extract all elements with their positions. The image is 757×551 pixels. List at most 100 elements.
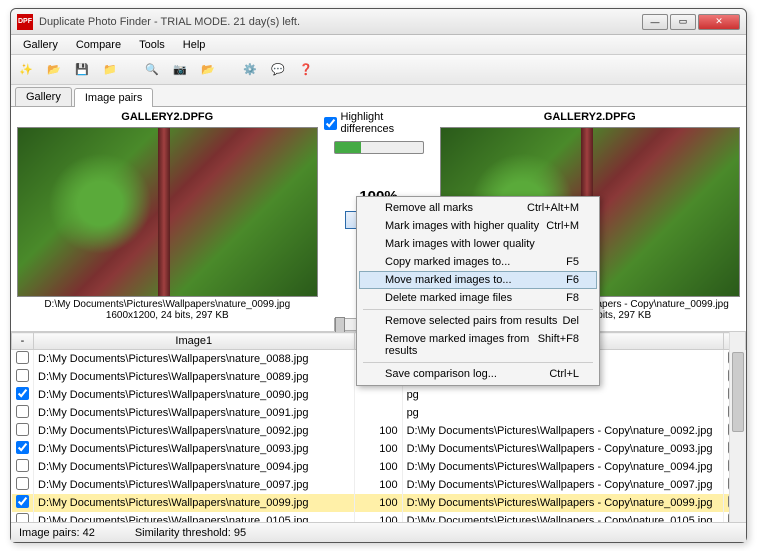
context-menu-item[interactable]: Copy marked images to...F5 <box>359 253 597 271</box>
left-gallery-name: GALLERY2.DPFG <box>121 109 213 127</box>
row-check1[interactable] <box>16 495 29 508</box>
vertical-scrollbar[interactable] <box>729 332 745 522</box>
menu-item-label: Remove marked images from results <box>385 333 538 357</box>
context-menu-item[interactable]: Mark images with higher quality Ctrl+M <box>359 217 597 235</box>
context-menu-item[interactable]: Move marked images to...F6 <box>359 271 597 289</box>
menu-item-shortcut: Del <box>562 315 579 327</box>
menu-tools[interactable]: Tools <box>131 37 173 53</box>
menubar: Gallery Compare Tools Help <box>11 35 746 55</box>
row-similarity <box>354 404 402 422</box>
menu-compare[interactable]: Compare <box>68 37 129 53</box>
tab-strip: Gallery Image pairs <box>11 85 746 107</box>
wand-icon[interactable]: ✨ <box>15 59 37 81</box>
actions-context-menu: Remove all marks Ctrl+Alt+M Mark images wi… <box>356 196 600 386</box>
table-row[interactable]: D:\My Documents\Pictures\Wallpapers\natu… <box>12 404 746 422</box>
row-image2: pg <box>402 404 723 422</box>
menu-item-label: Mark images with higher quality <box>385 220 539 232</box>
left-thumbnail[interactable] <box>17 127 318 297</box>
table-row[interactable]: D:\My Documents\Pictures\Wallpapers\natu… <box>12 458 746 476</box>
row-image2: pg <box>402 386 723 404</box>
menu-item-shortcut: Shift+F8 <box>538 333 579 357</box>
row-image1: D:\My Documents\Pictures\Wallpapers\natu… <box>34 368 355 386</box>
camera-icon[interactable]: 📷 <box>169 59 191 81</box>
col-image1[interactable]: Image1 <box>34 333 355 350</box>
left-path: D:\My Documents\Pictures\Wallpapers\natu… <box>44 297 290 310</box>
row-image2: D:\My Documents\Pictures\Wallpapers - Co… <box>402 512 723 522</box>
menu-item-shortcut: Ctrl+Alt+M <box>527 202 579 214</box>
row-check1[interactable] <box>16 387 29 400</box>
row-image2: D:\My Documents\Pictures\Wallpapers - Co… <box>402 494 723 512</box>
row-similarity: 100 <box>354 422 402 440</box>
row-check1[interactable] <box>16 513 29 522</box>
menu-gallery[interactable]: Gallery <box>15 37 66 53</box>
save-icon[interactable]: 💾 <box>71 59 93 81</box>
menu-separator <box>363 362 593 363</box>
window-title: Duplicate Photo Finder - TRIAL MODE. 21 … <box>39 16 642 28</box>
feedback-icon[interactable]: 💬 <box>267 59 289 81</box>
statusbar: Image pairs: 42 Similarity threshold: 95 <box>11 522 746 542</box>
highlight-differences-checkbox[interactable] <box>324 117 337 130</box>
row-similarity <box>354 386 402 404</box>
menu-item-label: Remove selected pairs from results <box>385 315 557 327</box>
context-menu-item[interactable]: Save comparison log... Ctrl+L <box>359 365 597 383</box>
row-check1[interactable] <box>16 459 29 472</box>
close-button[interactable]: ✕ <box>698 14 740 30</box>
tab-gallery[interactable]: Gallery <box>15 87 72 106</box>
table-row[interactable]: D:\My Documents\Pictures\Wallpapers\natu… <box>12 422 746 440</box>
col-check1[interactable]: - <box>12 333 34 350</box>
menu-item-shortcut: Ctrl+M <box>546 220 579 232</box>
app-icon: DPF <box>17 14 33 30</box>
row-similarity: 100 <box>354 440 402 458</box>
menu-item-label: Mark images with lower quality <box>385 238 535 250</box>
minimize-button[interactable]: — <box>642 14 668 30</box>
toolbar: ✨ 📂 💾 📁 🔍 📷 📂 ⚙️ 💬 ❓ <box>11 55 746 85</box>
highlight-differences-label: Highlight differences <box>341 111 434 135</box>
scrollbar-thumb[interactable] <box>732 352 744 432</box>
row-check1[interactable] <box>16 351 29 364</box>
table-row[interactable]: D:\My Documents\Pictures\Wallpapers\natu… <box>12 440 746 458</box>
row-image2: D:\My Documents\Pictures\Wallpapers - Co… <box>402 422 723 440</box>
status-image-pairs: Image pairs: 42 <box>19 527 95 539</box>
row-image2: D:\My Documents\Pictures\Wallpapers - Co… <box>402 476 723 494</box>
menu-help[interactable]: Help <box>175 37 214 53</box>
tab-image-pairs[interactable]: Image pairs <box>74 88 153 107</box>
menu-item-shortcut: F6 <box>566 274 579 286</box>
menu-item-shortcut: F8 <box>566 292 579 304</box>
row-image1: D:\My Documents\Pictures\Wallpapers\natu… <box>34 458 355 476</box>
maximize-button[interactable]: ▭ <box>670 14 696 30</box>
table-row[interactable]: D:\My Documents\Pictures\Wallpapers\natu… <box>12 386 746 404</box>
context-menu-item[interactable]: Mark images with lower quality <box>359 235 597 253</box>
context-menu-item[interactable]: Remove all marks Ctrl+Alt+M <box>359 199 597 217</box>
table-row[interactable]: D:\My Documents\Pictures\Wallpapers\natu… <box>12 476 746 494</box>
menu-item-shortcut: F5 <box>566 256 579 268</box>
settings-icon[interactable]: ⚙️ <box>239 59 261 81</box>
row-similarity: 100 <box>354 458 402 476</box>
row-check1[interactable] <box>16 441 29 454</box>
open-folder-icon[interactable]: 📂 <box>43 59 65 81</box>
menu-item-shortcut: Ctrl+L <box>549 368 579 380</box>
titlebar[interactable]: DPF Duplicate Photo Finder - TRIAL MODE.… <box>11 9 746 35</box>
context-menu-item[interactable]: Delete marked image files F8 <box>359 289 597 307</box>
menu-item-label: Remove all marks <box>385 202 473 214</box>
browse-icon[interactable]: 📂 <box>197 59 219 81</box>
menu-item-label: Delete marked image files <box>385 292 512 304</box>
menu-item-label: Save comparison log... <box>385 368 497 380</box>
status-threshold: Similarity threshold: 95 <box>135 527 246 539</box>
search-icon[interactable]: 🔍 <box>141 59 163 81</box>
context-menu-item[interactable]: Remove marked images from resultsShift+F… <box>359 330 597 360</box>
table-row[interactable]: D:\My Documents\Pictures\Wallpapers\natu… <box>12 512 746 522</box>
row-similarity: 100 <box>354 476 402 494</box>
row-image1: D:\My Documents\Pictures\Wallpapers\natu… <box>34 350 355 369</box>
left-meta: 1600x1200, 24 bits, 297 KB <box>106 310 229 321</box>
row-check1[interactable] <box>16 405 29 418</box>
row-check1[interactable] <box>16 477 29 490</box>
folder-icon[interactable]: 📁 <box>99 59 121 81</box>
help-icon[interactable]: ❓ <box>295 59 317 81</box>
row-check1[interactable] <box>16 369 29 382</box>
table-row[interactable]: D:\My Documents\Pictures\Wallpapers\natu… <box>12 494 746 512</box>
preview-left: GALLERY2.DPFG D:\My Documents\Pictures\W… <box>11 107 324 331</box>
difference-bar[interactable] <box>334 141 424 154</box>
row-image1: D:\My Documents\Pictures\Wallpapers\natu… <box>34 386 355 404</box>
context-menu-item[interactable]: Remove selected pairs from results Del <box>359 312 597 330</box>
row-check1[interactable] <box>16 423 29 436</box>
